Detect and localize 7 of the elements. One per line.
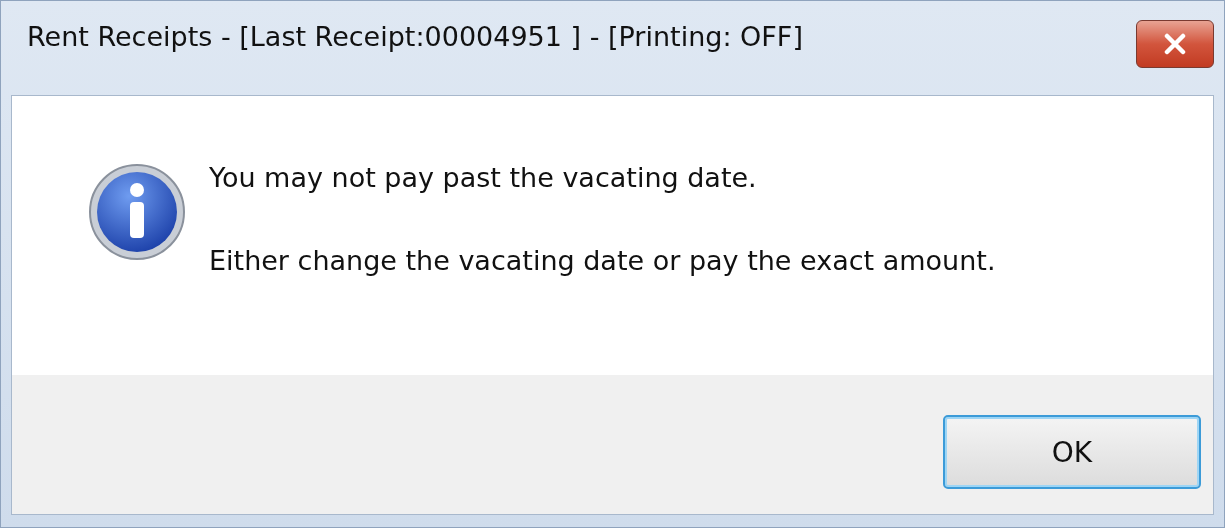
message-text: You may not pay past the vacating date. [209,162,758,193]
close-button[interactable] [1136,20,1214,68]
message-text: Either change the vacating date or pay the exact amount. [209,245,996,276]
window-title: Rent Receipts - [Last Receipt:00004951 ] - [Printing: OFF] [27,21,803,52]
close-icon [1162,33,1188,55]
ok-button[interactable]: OK [943,415,1201,489]
information-icon [87,162,187,262]
